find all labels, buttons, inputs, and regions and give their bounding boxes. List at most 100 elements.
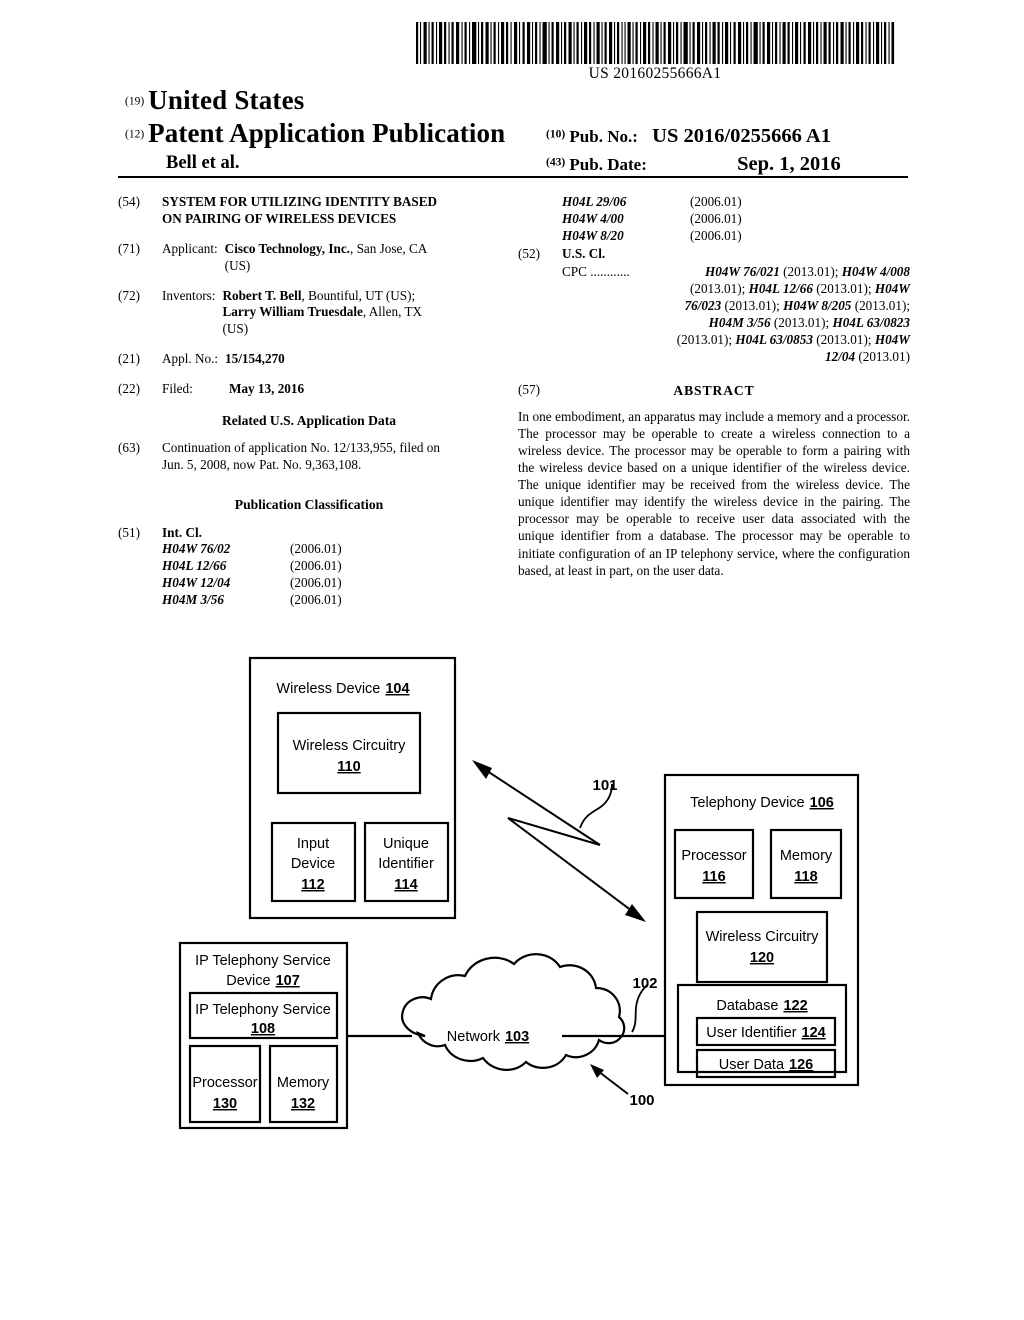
field-appl-no-label: Appl. No.: bbox=[162, 351, 219, 367]
publication-number-line: (10) Pub. No.: US 2016/0255666 A1 bbox=[546, 125, 831, 148]
cpc-code: 12/04 bbox=[825, 349, 856, 365]
inventor-line-2: Larry William Truesdale, Allen, TX bbox=[222, 304, 500, 321]
input-device-112-line2: Device bbox=[291, 856, 335, 872]
inventor-line-3: (US) bbox=[222, 321, 249, 337]
cpc-code: H04L 63/0823 bbox=[832, 315, 910, 331]
wireless-circuitry-110-ref: 110 bbox=[337, 759, 360, 775]
related-line-2: Jun. 5, 2008, now Pat. No. 9,363,108. bbox=[162, 457, 362, 473]
int-cl-code-value: H04L 29/06 bbox=[562, 194, 627, 209]
pubno-label: Pub. No.: bbox=[569, 127, 638, 146]
field-related-code: (63) bbox=[118, 440, 140, 456]
publication-type-line: (12) Patent Application Publication bbox=[125, 118, 505, 149]
field-int-cl-code: (51) bbox=[118, 524, 140, 540]
field-int-cl: (51) Int. Cl. H04W 76/02 (2006.01) H04L … bbox=[118, 525, 500, 609]
field-filed-value: May 13, 2016 bbox=[229, 381, 305, 397]
field-us-cl-code: (52) bbox=[518, 245, 540, 261]
figure-1-system-diagram: Wireless Device 104 Wireless Circuitry 11… bbox=[0, 640, 1024, 1160]
int-cl-version: (2006.01) bbox=[290, 575, 342, 591]
int-cl-code-value: H04W 8/20 bbox=[562, 227, 624, 243]
int-cl-continuation: H04L 29/06 (2006.01) H04W 4/00 (2006.01)… bbox=[518, 194, 910, 245]
input-device-112-ref: 112 bbox=[301, 877, 324, 893]
abstract-text: In one embodiment, an apparatus may incl… bbox=[518, 408, 910, 578]
author-line: Bell et al. bbox=[166, 153, 240, 173]
field-inventors-label: Inventors: bbox=[162, 287, 216, 303]
unique-identifier-114-line2: Identifier bbox=[378, 856, 434, 872]
network-title: Network 103 bbox=[447, 1029, 529, 1045]
processor-130-title: Processor bbox=[192, 1075, 257, 1091]
field-int-cl-body: Int. Cl. H04W 76/02 (2006.01) H04L 12/66… bbox=[162, 525, 500, 609]
title-line-2: ON PAIRING OF WIRELESS DEVICES bbox=[162, 210, 397, 226]
cpc-version: (2013.01) bbox=[855, 349, 910, 365]
cpc-code: H04W 8/205 bbox=[783, 297, 852, 313]
field-title: (54) SYSTEM FOR UTILIZING IDENTITY BASED… bbox=[118, 194, 500, 228]
inventor-2-name: Larry William Truesdale bbox=[222, 304, 363, 320]
cpc-line-4: H04M 3/56 (2013.01); H04L 63/0823 bbox=[562, 314, 910, 331]
ip-telephony-service-108-title: IP Telephony Service bbox=[195, 1002, 331, 1018]
cpc-version: (2013.01); bbox=[779, 263, 842, 279]
cpc-code: H04W 76/021 bbox=[704, 263, 780, 279]
abstract-title: ABSTRACT bbox=[673, 382, 755, 398]
cpc-version: (2013.01); bbox=[676, 332, 736, 348]
int-cl-code-value: H04L 12/66 bbox=[162, 558, 227, 574]
field-title-body: SYSTEM FOR UTILIZING IDENTITY BASED ON P… bbox=[162, 194, 500, 228]
arrowhead-upper-left bbox=[472, 760, 492, 779]
ref-numeral-100: 100 bbox=[629, 1092, 654, 1109]
wireless-circuitry-120-title: Wireless Circuitry bbox=[706, 929, 820, 945]
cpc-code: 76/023 bbox=[684, 297, 722, 313]
country-line: (19) United States bbox=[125, 85, 305, 116]
user-data-126-title: User Data 126 bbox=[719, 1057, 813, 1073]
cpc-version: (2013.01); bbox=[812, 332, 875, 348]
related-line-1: Continuation of application No. 12/133,9… bbox=[162, 440, 440, 456]
wireless-device-box bbox=[248, 656, 457, 920]
cpc-line-6: 12/04 (2013.01) bbox=[562, 348, 910, 365]
int-cl-entry: H04W 76/02 (2006.01) bbox=[162, 541, 500, 558]
network-cloud-shape bbox=[401, 953, 626, 1071]
int-cl-code-value: H04W 4/00 bbox=[562, 210, 624, 226]
telephony-device-title: Telephony Device 106 bbox=[690, 795, 834, 811]
cpc-block: CPC ............ H04W 76/021 (2013.01); … bbox=[518, 263, 910, 366]
processor-116-ref: 116 bbox=[702, 869, 725, 885]
input-device-112-line1: Input bbox=[297, 836, 329, 852]
barcode-image bbox=[416, 22, 895, 64]
memory-118-title: Memory bbox=[780, 848, 833, 864]
masthead-divider bbox=[118, 176, 908, 178]
memory-132-ref: 132 bbox=[291, 1096, 315, 1112]
int-cl-code-value: H04M 3/56 bbox=[162, 592, 224, 608]
cpc-code: H04W bbox=[874, 332, 910, 348]
publication-date-line: (43) Pub. Date: Sep. 1, 2016 bbox=[546, 153, 841, 176]
processor-116-title: Processor bbox=[681, 848, 746, 864]
arrowhead-lower-right bbox=[625, 904, 646, 922]
field-filed-code: (22) bbox=[118, 381, 140, 397]
cpc-code: H04L 12/66 bbox=[748, 280, 813, 296]
processor-116-box bbox=[673, 828, 755, 900]
inventor-2-rest: , Allen, TX bbox=[362, 304, 423, 320]
barcode-number: US 20160255666A1 bbox=[588, 65, 722, 82]
pubdate-label: Pub. Date: bbox=[569, 155, 647, 174]
unique-identifier-114-line1: Unique bbox=[383, 836, 429, 852]
pubno-value: US 2016/0255666 A1 bbox=[652, 125, 831, 147]
applicant-line-2: (US) bbox=[224, 257, 251, 273]
cpc-version: (2013.01); bbox=[689, 280, 749, 296]
cpc-version: (2013.01); bbox=[812, 280, 875, 296]
publication-type: Patent Application Publication bbox=[148, 118, 506, 148]
cpc-code: H04W bbox=[874, 280, 910, 296]
int-cl-version: (2006.01) bbox=[690, 194, 742, 209]
cpc-line-2: (2013.01); H04L 12/66 (2013.01); H04W bbox=[562, 280, 910, 297]
pubno-code: (10) bbox=[546, 128, 566, 141]
int-cl-label: Int. Cl. bbox=[162, 524, 202, 540]
us-cl-label: U.S. Cl. bbox=[562, 245, 606, 261]
inventor-line-1: Robert T. Bell, Bountiful, UT (US); bbox=[222, 288, 500, 305]
user-identifier-124-title: User Identifier 124 bbox=[706, 1025, 825, 1041]
cpc-code: H04W 4/008 bbox=[841, 263, 910, 279]
field-filed: (22) Filed: May 13, 2016 bbox=[118, 381, 500, 398]
related-application-heading: Related U.S. Application Data bbox=[221, 413, 397, 429]
bibliographic-left-column: (54) SYSTEM FOR UTILIZING IDENTITY BASED… bbox=[118, 194, 500, 609]
int-cl-entry: H04W 4/00 (2006.01) bbox=[518, 211, 910, 228]
wireless-circuitry-110-title: Wireless Circuitry bbox=[293, 738, 407, 754]
pubtype-code: (12) bbox=[125, 128, 145, 141]
title-line-1: SYSTEM FOR UTILIZING IDENTITY BASED bbox=[162, 194, 438, 209]
int-cl-version: (2006.01) bbox=[290, 541, 342, 557]
unique-identifier-114-ref: 114 bbox=[394, 877, 417, 893]
country-code: (19) bbox=[125, 95, 145, 108]
int-cl-version: (2006.01) bbox=[290, 592, 342, 608]
